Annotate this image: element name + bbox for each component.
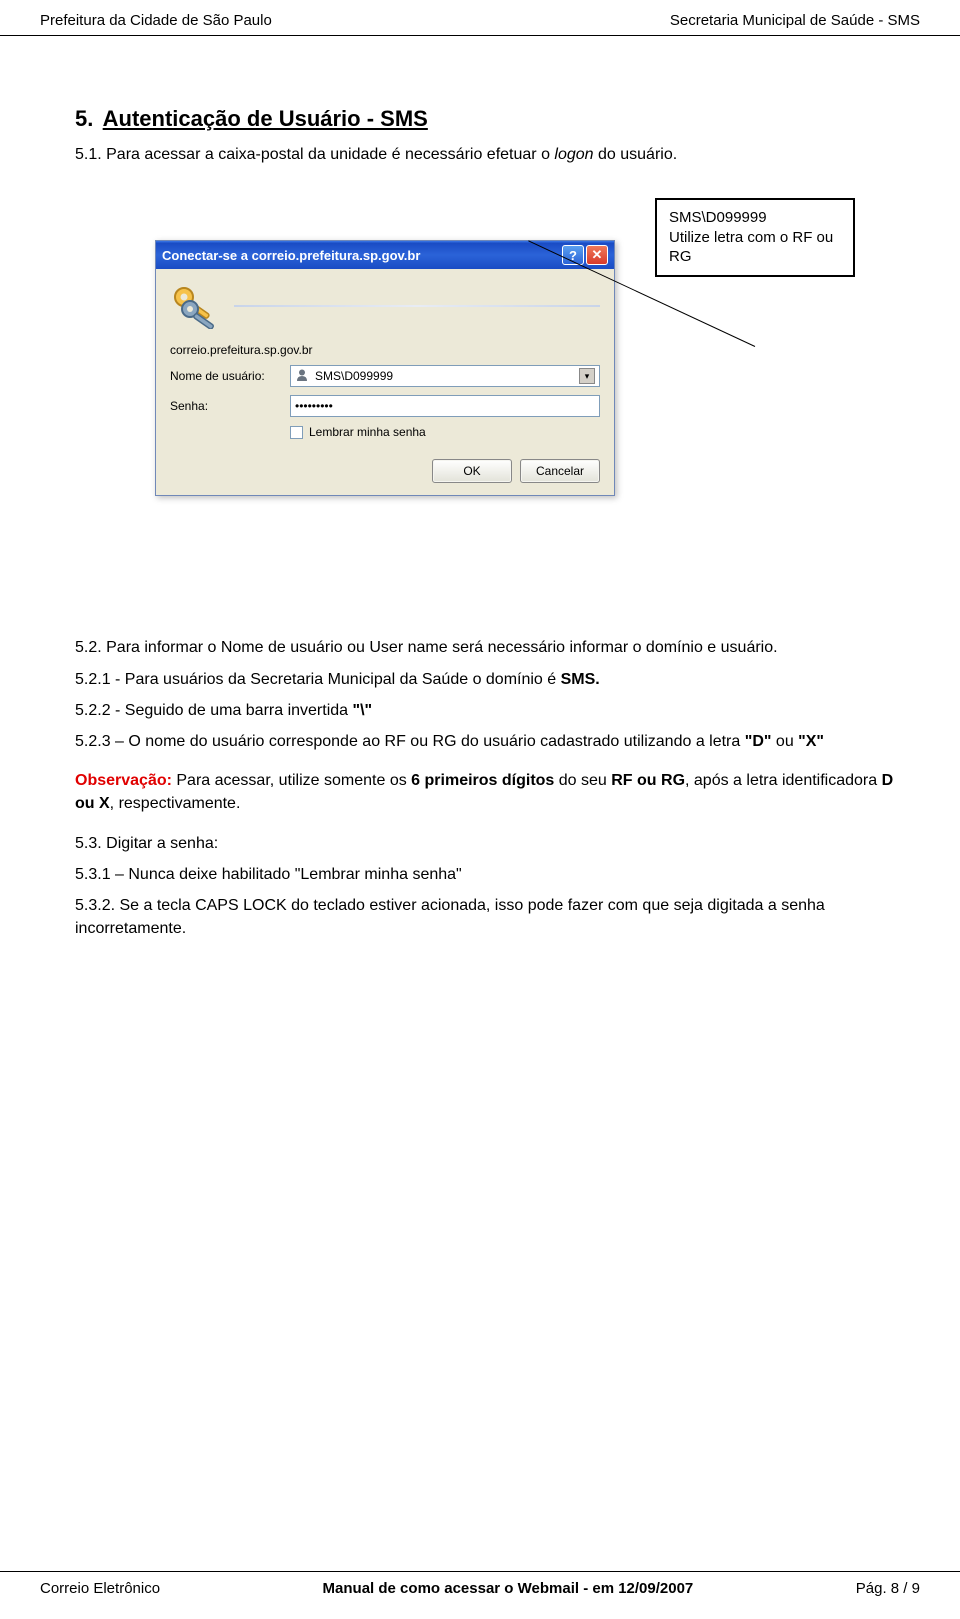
footer-left: Correio Eletrônico [40, 1580, 160, 1597]
backslash-bold: "\" [353, 702, 373, 719]
page-header: Prefeitura da Cidade de São Paulo Secret… [0, 0, 960, 36]
password-row: Senha: ••••••••• [170, 395, 600, 417]
remember-label: Lembrar minha senha [309, 425, 426, 439]
login-dialog: Conectar-se a correio.prefeitura.sp.gov.… [155, 240, 615, 496]
page-footer: Correio Eletrônico Manual de como acessa… [0, 1571, 960, 1619]
titlebar-buttons: ? ✕ [562, 245, 608, 265]
paragraph-5-2-2: 5.2.2 - Seguido de uma barra invertida "… [75, 699, 900, 722]
username-value: SMS\D099999 [315, 369, 393, 383]
p51-suffix: do usuário. [594, 146, 678, 163]
paragraph-5-2-1: 5.2.1 - Para usuários da Secretaria Muni… [75, 668, 900, 691]
close-button[interactable]: ✕ [586, 245, 608, 265]
footer-center: Manual de como acessar o Webmail - em 12… [323, 1580, 694, 1597]
dropdown-arrow-icon[interactable]: ▾ [579, 368, 595, 384]
remember-checkbox[interactable] [290, 426, 303, 439]
paragraph-5-2: 5.2. Para informar o Nome de usuário ou … [75, 636, 900, 659]
password-value: ••••••••• [295, 399, 333, 413]
p51-italic: logon [554, 146, 593, 163]
password-label: Senha: [170, 399, 290, 413]
section-number: 5. [75, 106, 93, 131]
separator-line [234, 305, 600, 307]
observation: Observação: Para acessar, utilize soment… [75, 769, 900, 815]
username-label: Nome de usuário: [170, 369, 290, 383]
sms-bold: SMS. [561, 671, 600, 688]
password-field[interactable]: ••••••••• [290, 395, 600, 417]
dialog-area: SMS\D099999 Utilize letra com o RF ou RG… [155, 206, 875, 586]
cancel-button[interactable]: Cancelar [520, 459, 600, 483]
header-left: Prefeitura da Cidade de São Paulo [40, 12, 272, 29]
user-icon [295, 368, 309, 385]
footer-right: Pág. 8 / 9 [856, 1580, 920, 1597]
server-name: correio.prefeitura.sp.gov.br [170, 343, 600, 357]
dialog-header-row [170, 283, 600, 329]
callout-line2: Utilize letra com o RF ou RG [669, 228, 841, 267]
paragraph-5-2-3: 5.2.3 – O nome do usuário corresponde ao… [75, 730, 900, 753]
p51-prefix: 5.1. Para acessar a caixa-postal da unid… [75, 146, 554, 163]
paragraph-5-3-1: 5.3.1 – Nunca deixe habilitado "Lembrar … [75, 863, 900, 886]
dialog-buttons: OK Cancelar [170, 459, 600, 483]
username-row: Nome de usuário: SMS\D099999 ▾ [170, 365, 600, 387]
section-title: Autenticação de Usuário - SMS [103, 106, 428, 131]
paragraph-5-3: 5.3. Digitar a senha: [75, 832, 900, 855]
dialog-titlebar: Conectar-se a correio.prefeitura.sp.gov.… [156, 241, 614, 269]
section-heading: 5. Autenticação de Usuário - SMS [75, 106, 900, 132]
paragraph-5-3-2: 5.3.2. Se a tecla CAPS LOCK do teclado e… [75, 894, 900, 940]
keys-icon [170, 283, 222, 329]
callout-line1: SMS\D099999 [669, 208, 841, 228]
dialog-body: correio.prefeitura.sp.gov.br Nome de usu… [156, 269, 614, 495]
username-field[interactable]: SMS\D099999 ▾ [290, 365, 600, 387]
paragraph-5-1: 5.1. Para acessar a caixa-postal da unid… [75, 144, 900, 166]
callout-box: SMS\D099999 Utilize letra com o RF ou RG [655, 198, 855, 277]
dialog-title: Conectar-se a correio.prefeitura.sp.gov.… [162, 248, 420, 263]
observation-label: Observação: [75, 772, 172, 789]
remember-row: Lembrar minha senha [290, 425, 600, 439]
ok-button[interactable]: OK [432, 459, 512, 483]
body-text: 5.2. Para informar o Nome de usuário ou … [75, 636, 900, 940]
content: 5. Autenticação de Usuário - SMS 5.1. Pa… [0, 36, 960, 940]
header-right: Secretaria Municipal de Saúde - SMS [670, 12, 920, 29]
